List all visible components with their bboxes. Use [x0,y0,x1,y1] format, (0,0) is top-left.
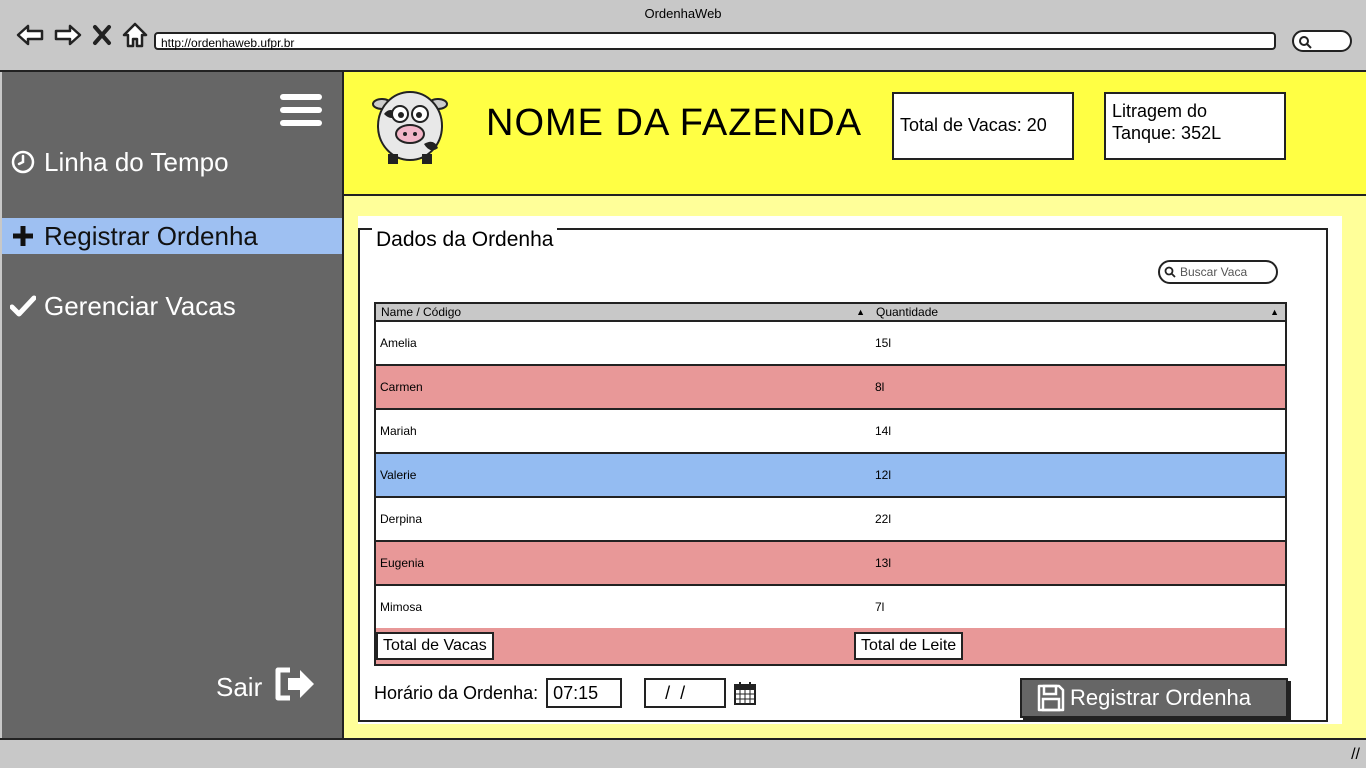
status-bar: // [0,738,1366,768]
registrar-ordenha-button[interactable]: Registrar Ordenha [1020,678,1288,718]
main-content: Dados da Ordenha Buscar Vaca Name / Códi… [344,196,1366,738]
browser-window: OrdenhaWeb http://ordenhaweb.ufpr.br Lin… [0,0,1366,768]
table-row[interactable]: Mariah 14l [376,410,1285,454]
sort-asc-icon[interactable]: ▲ [856,304,865,320]
search-placeholder: Buscar Vaca [1180,265,1248,279]
nav-buttons [16,22,148,48]
cell-name: Carmen [380,380,423,394]
farm-name: NOME DA FAZENDA [486,102,863,144]
sort-asc-icon[interactable]: ▲ [1270,304,1279,320]
date-input[interactable]: / / [644,678,727,708]
table-row-selected[interactable]: Valerie 12l [376,454,1285,498]
search-vaca-input[interactable]: Buscar Vaca [1158,260,1278,284]
clock-icon [10,149,36,175]
table-row[interactable]: Carmen 8l [376,366,1285,410]
registrar-button-label: Registrar Ordenha [1070,685,1251,710]
browser-search[interactable] [1292,30,1352,52]
back-icon[interactable] [16,23,44,47]
cell-qty: 15l [875,336,892,350]
cell-qty: 13l [875,556,892,570]
ordenha-table: Name / Código ▲ Quantidade ▲ Amelia 15l [374,302,1287,666]
window-title: OrdenhaWeb [644,6,722,21]
cell-name: Eugenia [380,556,425,570]
cell-name: Valerie [380,468,417,482]
plus-icon [10,223,36,249]
home-icon[interactable] [122,22,148,48]
close-icon[interactable] [92,24,112,46]
cow-logo-icon [372,91,448,164]
horario-row: Horário da Ordenha: 07:15 / / [374,678,757,708]
url-bar[interactable]: http://ordenhaweb.ufpr.br [154,32,1276,50]
logout-button[interactable]: Sair [216,666,318,709]
logout-label: Sair [216,672,263,702]
sidebar-item-linha-do-tempo[interactable]: Linha do Tempo [2,144,342,180]
sidebar: Linha do Tempo Registrar Ordenha Gerenci… [2,72,344,738]
save-icon [1037,684,1065,712]
hamburger-menu-icon[interactable] [280,94,322,128]
panel-legend: Dados da Ordenha [372,228,558,252]
column-header-name[interactable]: Name / Código ▲ [376,304,871,320]
cell-name: Mimosa [380,600,423,614]
sidebar-item-registrar-ordenha[interactable]: Registrar Ordenha [2,218,342,254]
sidebar-item-label: Registrar Ordenha [44,220,258,251]
litragem-box: Litragem do Tanque: 352L [1104,92,1286,160]
cell-name: Mariah [380,424,417,438]
horario-label: Horário da Ordenha: [374,682,539,703]
horario-input[interactable]: 07:15 [546,678,623,708]
sign-out-icon [274,666,318,709]
cell-name: Derpina [380,512,423,526]
table-header: Name / Código ▲ Quantidade ▲ [376,304,1285,322]
sidebar-item-gerenciar-vacas[interactable]: Gerenciar Vacas [2,288,342,324]
cell-qty: 14l [875,424,892,438]
total-leite-button[interactable]: Total de Leite [854,632,964,660]
table-row[interactable]: Eugenia 13l [376,542,1285,586]
calendar-icon[interactable] [734,681,757,705]
forward-icon[interactable] [54,23,82,47]
search-icon [1299,36,1312,49]
table-row[interactable]: Amelia 15l [376,322,1285,366]
table-row[interactable]: Derpina 22l [376,498,1285,542]
cell-qty: 7l [875,600,885,614]
sidebar-item-label: Gerenciar Vacas [44,290,236,321]
cell-qty: 12l [875,468,892,482]
cell-qty: 8l [875,380,885,394]
cell-qty: 22l [875,512,892,526]
total-vacas-box: Total de Vacas: 20 [892,92,1074,160]
total-vacas-button[interactable]: Total de Vacas [376,632,494,660]
table-totals-row: Total de Vacas Total de Leite [376,628,1285,664]
dados-panel: Dados da Ordenha Buscar Vaca Name / Códi… [358,216,1342,724]
dados-fieldset: Dados da Ordenha Buscar Vaca Name / Códi… [358,228,1328,722]
column-header-quantidade[interactable]: Quantidade ▲ [871,304,1285,320]
resize-grip-icon[interactable]: // [1351,746,1360,764]
column-header-name-label: Name / Código [381,305,462,319]
search-icon [1164,266,1176,278]
litragem-line1: Litragem do [1112,101,1208,121]
sidebar-item-label: Linha do Tempo [44,146,229,177]
table-row[interactable]: Mimosa 7l [376,586,1285,630]
browser-chrome: OrdenhaWeb http://ordenhaweb.ufpr.br [0,0,1366,72]
litragem-line2: Tanque: 352L [1112,123,1222,143]
column-header-quantidade-label: Quantidade [876,305,939,319]
check-icon [10,293,36,319]
cell-name: Amelia [380,336,417,350]
header: NOME DA FAZENDA Total de Vacas: 20 Litra… [344,72,1366,196]
total-vacas-text: Total de Vacas: 20 [900,115,1047,135]
